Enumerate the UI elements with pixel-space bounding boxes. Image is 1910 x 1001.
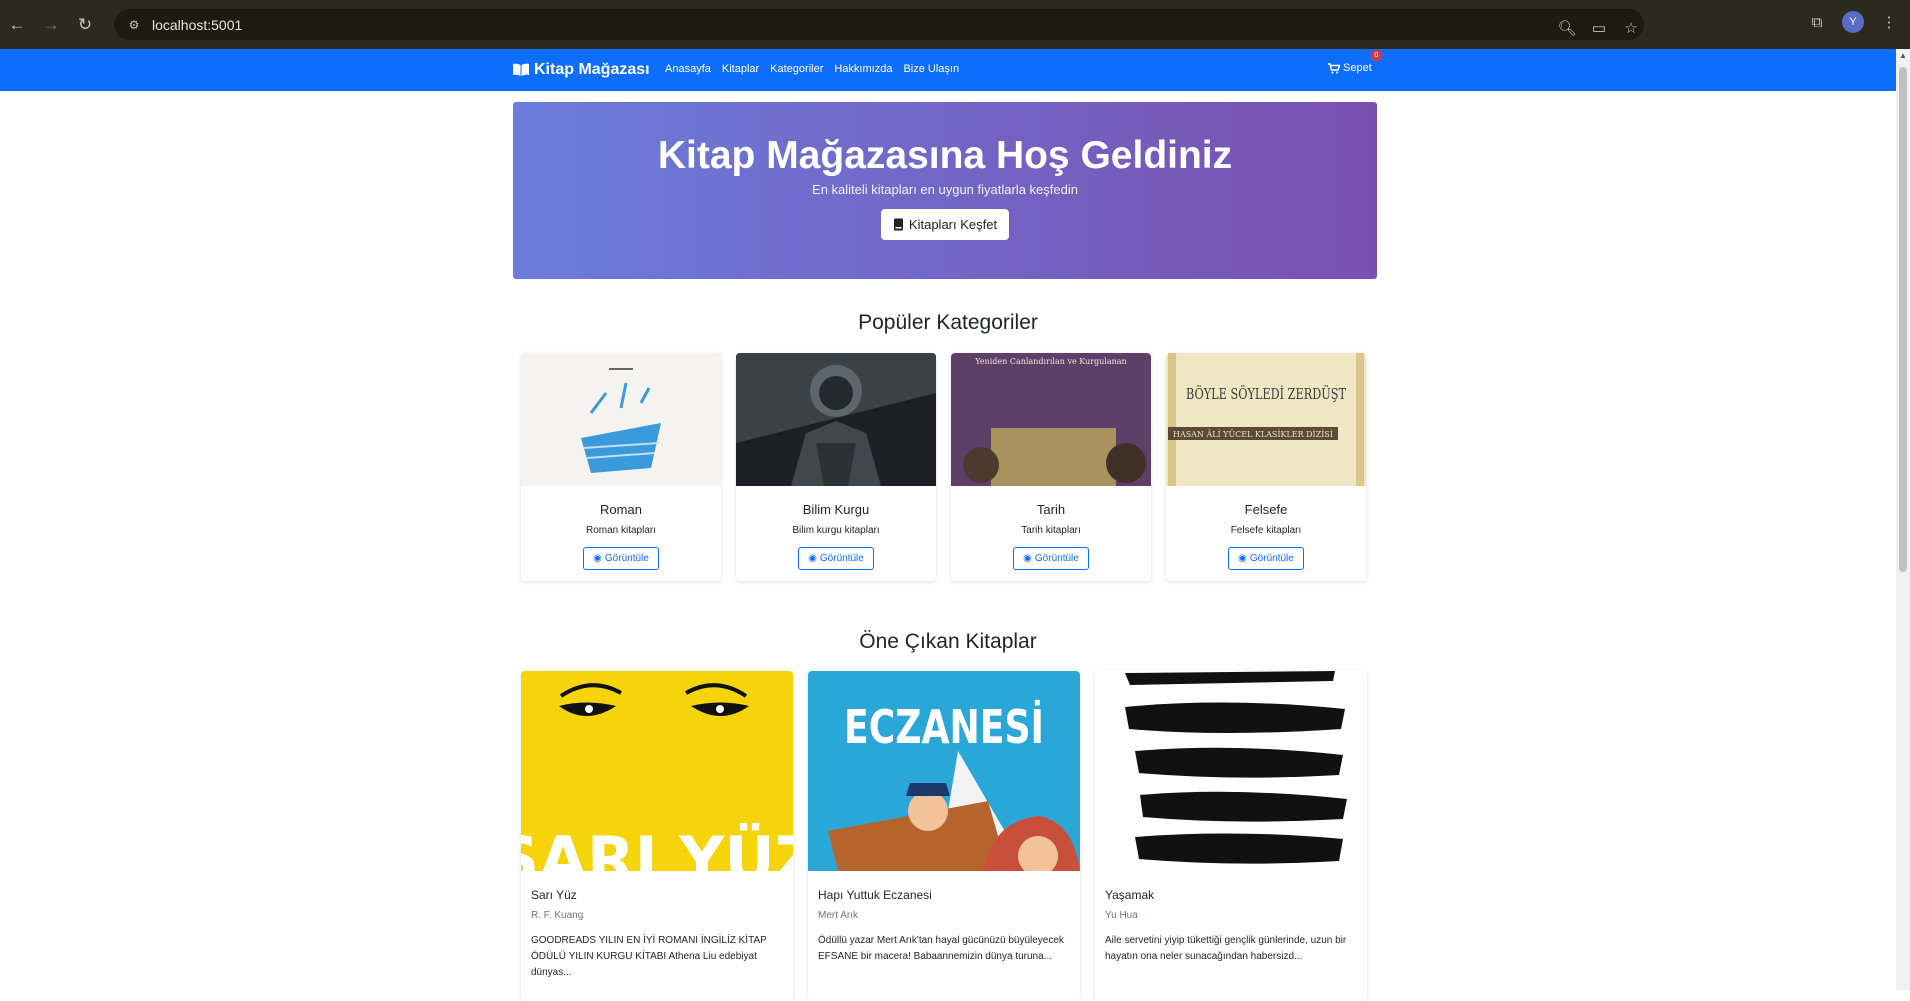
cart-count-badge: 0 [1371,50,1382,61]
view-label: Görüntüle [1249,553,1294,564]
brand-name: Kitap Mağazası [534,61,650,78]
book-grid: SARI YÜZ Sarı Yüz R. F. Kuang GOODREADS … [521,671,1367,1001]
forward-icon[interactable]: → [34,8,68,42]
site-info-icon[interactable]: ⚙ [124,15,144,35]
site-navbar: Kitap Mağazası Anasayfa Kitaplar Kategor… [0,49,1896,91]
card-icon[interactable]: ▭ [1586,15,1612,41]
eye-icon: ◉ [1023,553,1032,564]
book-card[interactable]: Yaşamak Yu Hua Aile servetini yiyip tüke… [1095,671,1367,1001]
book-title: Sarı Yüz [531,888,577,902]
category-grid: Roman Roman kitapları ◉ Görüntüle Bilim … [521,353,1366,581]
book-icon [893,218,903,231]
bookmark-star-icon[interactable]: ☆ [1618,15,1644,41]
yasamak-cover-image [1095,671,1367,871]
scroll-thumb[interactable] [1899,67,1907,572]
sari-yuz-cover-text: SARI YÜZ [521,823,793,871]
category-card-felsefe: BÖYLE SÖYLEDİ ZERDÜŞT HASAN ÂLİ YÜCEL KL… [1166,353,1366,581]
nav-link-iletisim[interactable]: Bize Ulaşın [903,63,959,75]
felsefe-cover-image: BÖYLE SÖYLEDİ ZERDÜŞT HASAN ÂLİ YÜCEL KL… [1166,353,1366,486]
tarih-cover-text: Yeniden Canlandırılan ve Kurgulanan [974,357,1126,366]
category-card-bilim-kurgu: Bilim Kurgu Bilim kurgu kitapları ◉ Görü… [736,353,936,581]
page-scrollbar[interactable]: ▲ [1896,49,1910,990]
menu-icon[interactable]: ⋮ [1876,9,1902,35]
book-author: Yu Hua [1105,910,1138,921]
sari-yuz-cover-image: SARI YÜZ [521,671,793,896]
cart-link[interactable]: Sepet [1328,62,1372,74]
categories-title: Popüler Kategoriler [858,311,1038,334]
brand-link[interactable]: Kitap Mağazası [512,61,650,79]
view-label: Görüntüle [1034,553,1079,564]
explore-books-label: Kitapları Keşfet [908,217,998,232]
browser-toolbar: ← → ↻ ⚙ localhost:5001 🔍︎ ▭ ☆ ⧉ Y ⋮ [0,0,1910,49]
category-desc: Felsefe kitapları [1230,525,1302,536]
eye-icon: ◉ [1238,553,1247,564]
profile-avatar[interactable]: Y [1842,11,1864,33]
bilim-kurgu-cover-image [736,353,936,486]
eye-icon: ◉ [593,553,602,564]
roman-cover-image [521,353,721,486]
view-category-button[interactable]: ◉ Görüntüle [1228,547,1304,570]
book-author: Mert Arık [818,910,859,921]
reload-icon[interactable]: ↻ [68,8,102,42]
view-category-button[interactable]: ◉ Görüntüle [798,547,874,570]
category-name: Roman [600,502,642,517]
eczane-cover-text: ECZANESİ [844,700,1044,754]
book-title: Yaşamak [1105,888,1155,902]
nav-link-kategoriler[interactable]: Kategoriler [770,63,823,75]
felsefe-cover-band: HASAN ÂLİ YÜCEL KLASİKLER DİZİSİ [1173,430,1333,439]
nav-link-kitaplar[interactable]: Kitaplar [722,63,759,75]
book-description: Aile servetini yiyip tükettiği gençlik g… [1105,935,1347,962]
scroll-up-icon[interactable]: ▲ [1899,51,1907,61]
nav-links: Anasayfa Kitaplar Kategoriler Hakkımızda… [665,63,959,75]
category-card-tarih: Yeniden Canlandırılan ve Kurgulanan Tari… [951,353,1151,581]
book-author: R. F. Kuang [531,910,584,921]
cart-label: Sepet [1343,62,1372,74]
nav-link-anasayfa[interactable]: Anasayfa [665,63,711,75]
category-card-roman: Roman Roman kitapları ◉ Görüntüle [521,353,721,581]
book-card[interactable]: SARI YÜZ Sarı Yüz R. F. Kuang GOODREADS … [521,671,793,1001]
view-label: Görüntüle [604,553,649,564]
eczane-cover-image: ECZANESİ [808,671,1080,876]
hero-title: Kitap Mağazasına Hoş Geldiniz [657,134,1233,177]
category-name: Felsefe [1244,502,1288,517]
category-desc: Tarih kitapları [1021,525,1081,536]
category-desc: Roman kitapları [585,525,657,536]
eye-icon: ◉ [808,553,817,564]
nav-link-hakkimizda[interactable]: Hakkımızda [834,63,892,75]
category-name: Bilim Kurgu [802,502,870,517]
featured-title: Öne Çıkan Kitaplar [859,630,1037,653]
url-text[interactable]: localhost:5001 [152,17,242,33]
category-name: Tarih [1036,502,1066,517]
extensions-icon[interactable]: ⧉ [1804,9,1830,35]
felsefe-cover-title: BÖYLE SÖYLEDİ ZERDÜŞT [1186,385,1346,403]
tarih-cover-image: Yeniden Canlandırılan ve Kurgulanan [951,353,1151,486]
explore-books-button[interactable]: Kitapları Keşfet [880,209,1010,240]
category-desc: Bilim kurgu kitapları [792,525,880,536]
view-category-button[interactable]: ◉ Görüntüle [1013,547,1089,570]
hero-subtitle: En kaliteli kitapları en uygun fiyatlarl… [812,182,1078,197]
cart-icon [1328,62,1340,73]
back-icon[interactable]: ← [0,8,34,42]
book-description: GOODREADS YILIN EN İYİ ROMANI İNGİLİZ Kİ… [531,935,767,978]
hero-banner: Kitap Mağazasına Hoş Geldiniz En kalitel… [513,102,1377,279]
book-open-icon [513,63,529,76]
zoom-icon[interactable]: 🔍︎ [1554,15,1580,41]
view-label: Görüntüle [819,553,864,564]
book-title: Hapı Yuttuk Eczanesi [818,888,932,902]
view-category-button[interactable]: ◉ Görüntüle [583,547,659,570]
book-description: Ödüllü yazar Mert Arık'tan hayal gücünüz… [818,935,1064,962]
book-card[interactable]: ECZANESİ Hapı Yuttuk Eczanesi Mert Arık … [808,671,1080,1001]
address-bar[interactable]: ⚙ localhost:5001 🔍︎ ▭ ☆ [114,9,1644,40]
